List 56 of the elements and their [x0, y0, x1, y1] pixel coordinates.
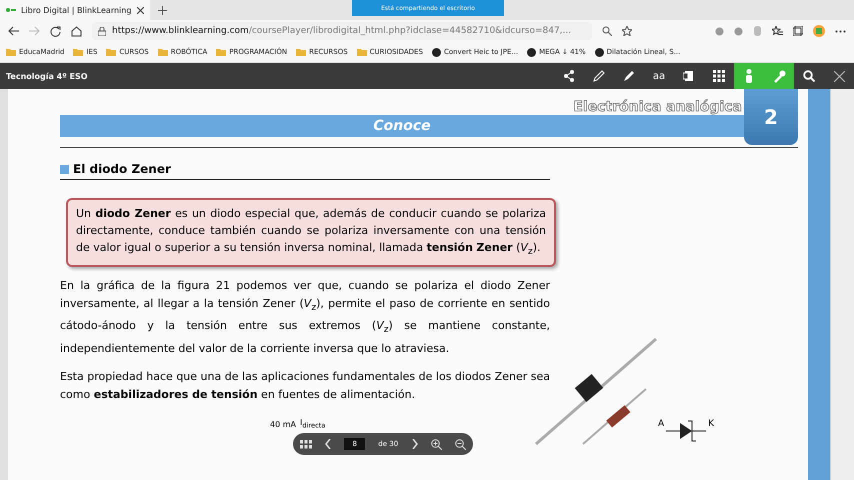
scrollbar[interactable] — [830, 89, 854, 480]
unit-number: 2 — [744, 89, 798, 145]
back-arrow-icon[interactable] — [8, 26, 19, 36]
reload-icon[interactable] — [50, 26, 61, 36]
close-icon — [834, 70, 844, 82]
folder-icon — [158, 48, 168, 56]
share-icon — [563, 70, 575, 82]
grid-icon — [713, 70, 725, 82]
grid-icon[interactable] — [300, 440, 312, 448]
site-icon — [527, 48, 536, 56]
folder-icon — [6, 48, 16, 56]
more-icon[interactable] — [835, 30, 846, 32]
anode-label: A — [658, 419, 664, 429]
pencil-icon — [593, 70, 605, 82]
definition-text: Un diodo Zener es un diodo especial que, además de conducir cuando se polariza directamente, conduce también cuando se polariza inversamente con una tensión de valor igual o superior a su tensión inversa nominal, llamada tensión Zener (V$_{z}$). — [76, 207, 546, 254]
zoom-out-icon[interactable] — [455, 438, 466, 450]
zoom-in-icon[interactable] — [430, 438, 442, 450]
next-page-icon[interactable] — [412, 439, 418, 449]
body-paragraph: En la gráfica de la figura 21 podemos ver que, cuando se polariza el diodo Zener inversamente, al llegar a la tensión Zener (V$_{z}$), permite el paso de corriente en sentido cátodo-ánodo y la tensión entre sus extremos (V$_{z}$) se mantiene constante, independientemente del valor de la corriente inversa que lo atraviesa. — [60, 279, 550, 355]
unit-title: Electrónica analógica — [573, 98, 743, 115]
new-tab-icon[interactable] — [158, 6, 167, 14]
cathode-label: K — [708, 419, 714, 429]
book-title: Tecnología 4º ESO — [6, 72, 89, 80]
folder-icon — [296, 48, 306, 56]
folder-icon — [73, 48, 84, 56]
site-icon — [432, 48, 441, 56]
graph-axis-label: I$_{directa}$ — [300, 418, 326, 430]
graph-tick-label: 40 mA — [270, 420, 296, 430]
section-banner: Conoce — [60, 115, 744, 137]
address-bar[interactable]: https://www.blinklearning.com/coursePlayer/librodigital_html.php?idclase=44582710&idcurso=847,... — [92, 22, 592, 40]
lock-icon — [98, 26, 106, 36]
close-icon[interactable] — [137, 6, 144, 14]
section-heading: El diodo Zener — [73, 162, 171, 176]
browser-tab[interactable]: Libro Digital | BlinkLearning — [0, 0, 150, 20]
folder-icon — [106, 48, 116, 56]
calculator-icon[interactable] — [813, 25, 825, 37]
notes-icon — [683, 70, 695, 82]
collections-icon[interactable] — [793, 26, 803, 36]
tab-favicon-icon — [6, 7, 16, 13]
previous-page-icon[interactable] — [325, 439, 332, 449]
star-icon[interactable] — [622, 26, 632, 36]
heading-square-icon — [60, 164, 69, 174]
marker-icon — [623, 70, 635, 82]
site-icon — [594, 48, 604, 56]
home-icon[interactable] — [71, 26, 82, 36]
text-size-button[interactable]: aa — [644, 63, 674, 89]
search-icon — [803, 70, 815, 82]
folder-icon — [216, 48, 226, 56]
extension-icon[interactable] — [734, 26, 743, 36]
favorites-icon[interactable] — [772, 26, 783, 36]
folder-icon — [356, 48, 367, 56]
extension-icon[interactable] — [715, 26, 724, 36]
zoom-icon[interactable] — [602, 26, 612, 36]
wrench-icon — [772, 70, 786, 82]
body-paragraph: Esta propiedad hace que una de las aplicaciones fundamentales de los diodos Zener sea como estabilizadores de tensión en fuentes de alimentación. — [60, 370, 550, 401]
person-icon — [744, 69, 754, 83]
